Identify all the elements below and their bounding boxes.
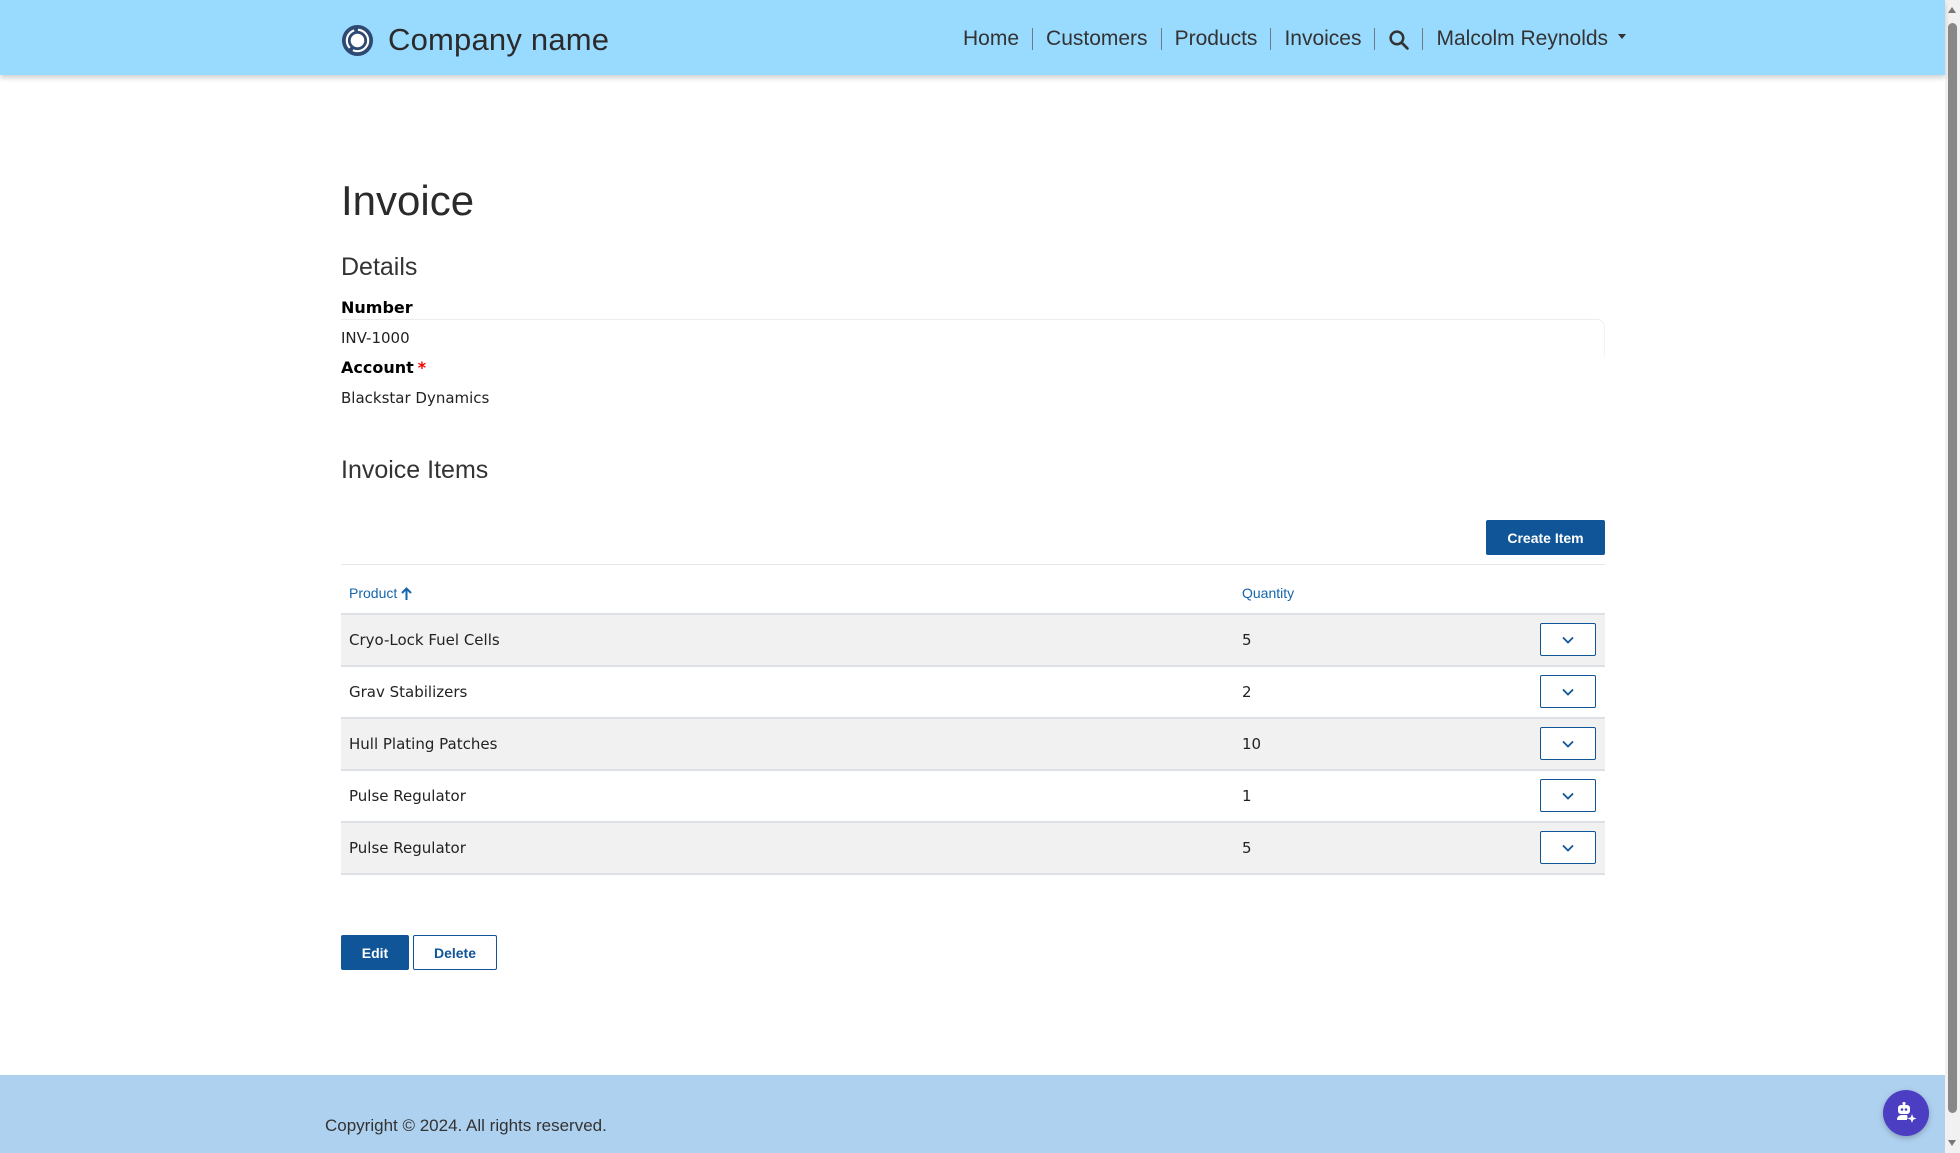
table-row: Cryo-Lock Fuel Cells 5 (341, 615, 1605, 667)
cell-quantity: 5 (1242, 631, 1252, 649)
table-row: Grav Stabilizers 2 (341, 667, 1605, 719)
nav-home[interactable]: Home (950, 27, 1032, 51)
number-field-box (341, 319, 1605, 357)
cell-product: Pulse Regulator (349, 787, 466, 805)
scroll-down-arrow-icon[interactable] (1948, 1140, 1956, 1146)
search-icon (1389, 29, 1410, 50)
edit-button[interactable]: Edit (341, 935, 409, 970)
brand[interactable]: Company name (341, 22, 609, 58)
top-navbar: Company name Home Customers Products Inv… (0, 0, 1945, 75)
row-actions-dropdown-button[interactable] (1540, 675, 1596, 708)
chevron-down-icon (1562, 740, 1574, 748)
search-button[interactable] (1375, 29, 1422, 50)
column-header-quantity[interactable]: Quantity (1242, 585, 1294, 601)
cell-quantity: 10 (1242, 735, 1262, 753)
row-actions-dropdown-button[interactable] (1540, 779, 1596, 812)
delete-button[interactable]: Delete (413, 935, 497, 970)
user-name: Malcolm Reynolds (1436, 27, 1609, 50)
nav-products[interactable]: Products (1162, 27, 1271, 51)
invoice-actions: Edit Delete (341, 935, 497, 970)
invoice-items-heading: Invoice Items (341, 456, 489, 484)
ring-logo-icon (341, 24, 374, 56)
footer: Copyright © 2024. All rights reserved. (0, 1075, 1945, 1153)
chevron-down-icon (1562, 844, 1574, 852)
scroll-up-arrow-icon[interactable] (1948, 7, 1956, 13)
table-header: Product Quantity (341, 565, 1605, 615)
user-menu[interactable]: Malcolm Reynolds (1423, 27, 1639, 51)
invoice-items-table: Product Quantity Cryo-Lock Fuel Cells 5 Gr… (341, 564, 1605, 875)
copyright-text: Copyright © 2024. All rights reserved. (325, 1116, 607, 1135)
create-item-button[interactable]: Create Item (1486, 520, 1605, 555)
details-heading: Details (341, 253, 418, 281)
column-header-product[interactable]: Product (349, 585, 412, 601)
row-actions-dropdown-button[interactable] (1540, 831, 1596, 864)
required-marker: * (417, 358, 427, 377)
column-header-product-label: Product (349, 585, 398, 601)
cell-quantity: 2 (1242, 683, 1252, 701)
page: Company name Home Customers Products Inv… (0, 0, 1945, 1153)
account-value: Blackstar Dynamics (341, 389, 490, 407)
cell-product: Pulse Regulator (349, 839, 466, 857)
sort-ascending-icon (401, 586, 412, 600)
cell-product: Grav Stabilizers (349, 683, 468, 701)
table-body: Cryo-Lock Fuel Cells 5 Grav Stabilizers 2 Hu… (341, 615, 1605, 875)
ai-assistant-button[interactable] (1883, 1090, 1929, 1136)
account-label: Account * (341, 358, 426, 377)
number-label: Number (341, 298, 413, 317)
caret-down-icon (1618, 33, 1627, 39)
main-nav: Home Customers Products Invoices Malcolm… (950, 24, 1639, 54)
page-title: Invoice (341, 177, 475, 224)
robot-sparkle-icon (1897, 1102, 1917, 1123)
cell-quantity: 5 (1242, 839, 1252, 857)
row-actions-dropdown-button[interactable] (1540, 727, 1596, 760)
scrollbar-thumb[interactable] (1948, 23, 1957, 1113)
nav-invoices[interactable]: Invoices (1271, 27, 1374, 51)
table-row: Hull Plating Patches 10 (341, 719, 1605, 771)
vertical-scrollbar[interactable] (1945, 0, 1960, 1153)
company-name: Company name (388, 22, 610, 57)
chevron-down-icon (1562, 688, 1574, 696)
account-label-text: Account (341, 358, 414, 377)
chevron-down-icon (1562, 792, 1574, 800)
nav-customers[interactable]: Customers (1033, 27, 1161, 51)
cell-quantity: 1 (1242, 787, 1252, 805)
cell-product: Cryo-Lock Fuel Cells (349, 631, 500, 649)
chevron-down-icon (1562, 636, 1574, 644)
row-actions-dropdown-button[interactable] (1540, 623, 1596, 656)
table-row: Pulse Regulator 1 (341, 771, 1605, 823)
table-row: Pulse Regulator 5 (341, 823, 1605, 875)
cell-product: Hull Plating Patches (349, 735, 498, 753)
number-value: INV-1000 (341, 329, 410, 347)
